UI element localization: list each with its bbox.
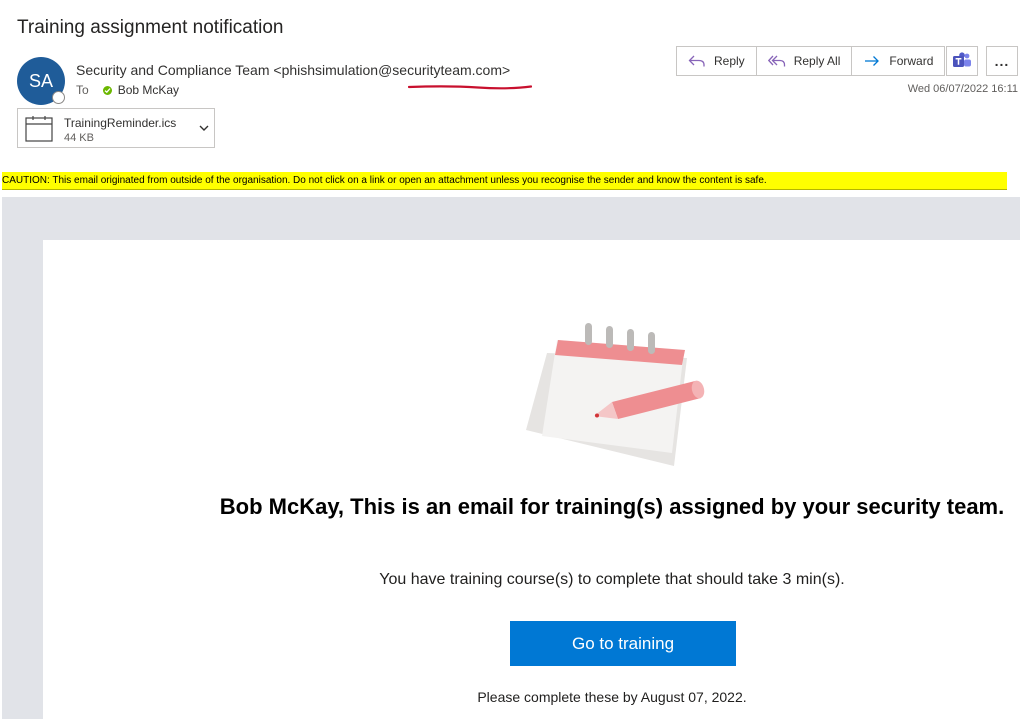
forward-label: Forward bbox=[889, 54, 934, 68]
sender-address[interactable]: Security and Compliance Team <phishsimul… bbox=[76, 62, 510, 78]
calendar-icon bbox=[25, 116, 53, 142]
red-underline-annotation bbox=[408, 85, 532, 90]
go-to-training-button[interactable]: Go to training bbox=[510, 621, 736, 666]
forward-button[interactable]: Forward bbox=[852, 47, 944, 75]
reply-button[interactable]: Reply bbox=[677, 47, 757, 75]
completion-deadline: Please complete these by August 07, 2022… bbox=[477, 689, 747, 705]
avatar-presence-icon bbox=[52, 91, 65, 104]
message-actions-toolbar: Reply Reply All Forward bbox=[676, 46, 946, 76]
email-subject: Training assignment notification bbox=[17, 17, 284, 38]
teams-button[interactable] bbox=[946, 46, 978, 76]
chevron-down-icon[interactable] bbox=[198, 122, 210, 134]
notepad-pencil-icon bbox=[526, 323, 705, 466]
received-datetime: Wed 06/07/2022 16:11 bbox=[907, 83, 1018, 95]
attachment-card[interactable]: TrainingReminder.ics 44 KB bbox=[17, 108, 215, 148]
check-presence-icon bbox=[102, 85, 112, 95]
external-caution-banner: CAUTION: This email originated from outs… bbox=[2, 172, 1007, 190]
attachment-name: TrainingReminder.ics bbox=[64, 116, 177, 130]
to-label: To bbox=[76, 83, 89, 97]
avatar-initials: SA bbox=[28, 70, 53, 91]
reply-all-button[interactable]: Reply All bbox=[757, 47, 853, 75]
reply-all-label: Reply All bbox=[793, 54, 841, 68]
reply-all-arrow-icon bbox=[767, 55, 785, 67]
recipient-name[interactable]: Bob McKay bbox=[118, 83, 179, 97]
reply-label: Reply bbox=[714, 54, 745, 68]
email-description: You have training course(s) to complete … bbox=[379, 571, 845, 588]
reply-arrow-icon bbox=[688, 55, 705, 67]
recipient-line: To Bob McKay bbox=[76, 83, 179, 97]
email-heading: Bob McKay, This is an email for training… bbox=[219, 494, 1005, 519]
forward-arrow-icon bbox=[865, 56, 880, 66]
more-actions-button[interactable]: ... bbox=[986, 46, 1018, 76]
teams-icon bbox=[953, 52, 971, 67]
attachment-size: 44 KB bbox=[64, 132, 94, 144]
